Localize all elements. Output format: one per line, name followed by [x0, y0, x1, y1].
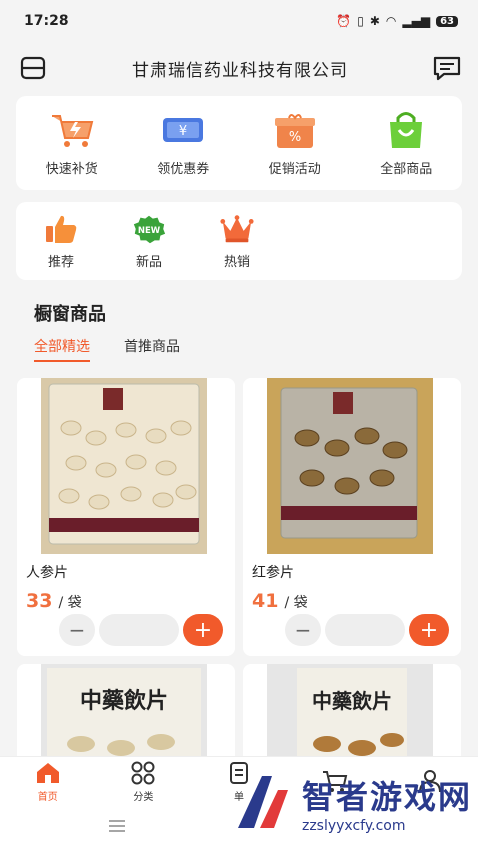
product-card[interactable]: 红参片 41 / 袋 − + [243, 378, 461, 656]
new-badge-icon: NEW [131, 213, 167, 245]
all-products-button[interactable]: 全部商品 [356, 110, 456, 177]
crown-icon [219, 213, 255, 245]
tab-all-selected[interactable]: 全部精选 [34, 336, 90, 362]
tag-new[interactable]: NEW 新品 [118, 213, 180, 270]
menu-icon[interactable] [108, 818, 126, 838]
watermark-title: 智者游戏网 [301, 778, 472, 816]
battery-indicator: 63 [436, 15, 458, 27]
tag-label: 新品 [135, 254, 162, 270]
product-card[interactable]: 人参片 33 / 袋 − + [17, 378, 235, 656]
package-text: 中藥飲片 [80, 688, 168, 714]
alarm-icon: ⏰ [336, 14, 352, 28]
tab-home[interactable]: 首页 [18, 760, 78, 803]
product-unit: / 袋 [284, 595, 308, 611]
product-image: 中藥飲片 [41, 664, 207, 764]
shopping-bag-icon [382, 110, 430, 150]
watermark: 智者游戏网 zzslyyxcfy.com [232, 770, 472, 836]
product-image [41, 378, 207, 554]
watermark-logo-icon [237, 776, 288, 828]
coupon-icon: ¥ [159, 110, 207, 150]
page-title: 甘肃瑞信药业科技有限公司 [132, 60, 348, 81]
section-title: 橱窗商品 [34, 304, 106, 325]
decrement-button[interactable]: − [59, 614, 95, 646]
product-image [267, 378, 433, 554]
tab-label: 首页 [37, 792, 58, 803]
product-card[interactable]: 中藥飲片 [17, 664, 235, 764]
gift-percent-icon: % [271, 110, 319, 150]
product-tabs: 全部精选 首推商品 [34, 336, 478, 362]
app-header: 甘肃瑞信药业科技有限公司 [0, 42, 478, 94]
quantity-stepper: − + [285, 614, 449, 646]
wifi-icon: ◠ [385, 14, 397, 28]
quick-restock-button[interactable]: 快速补货 [22, 110, 122, 177]
thumbs-up-icon [43, 213, 79, 245]
quick-label: 促销活动 [268, 161, 321, 177]
cart-bolt-icon [48, 110, 96, 150]
status-time: 17:28 [24, 13, 69, 29]
svg-text:¥: ¥ [179, 124, 187, 139]
tag-label: 推荐 [47, 254, 74, 270]
vibrate-icon: ▯ [357, 14, 364, 28]
svg-text:%: % [289, 130, 301, 145]
product-price: 33 [26, 590, 53, 612]
product-grid: 人参片 33 / 袋 − + 红参片 41 / 袋 − + 中藥飲片 中藥飲片 [17, 378, 478, 764]
home-icon [34, 760, 62, 786]
price-row: 41 / 袋 [252, 590, 308, 612]
quantity-field[interactable] [325, 614, 405, 646]
price-row: 33 / 袋 [26, 590, 82, 612]
increment-button[interactable]: + [409, 614, 449, 646]
product-name: 红参片 [252, 565, 294, 581]
coupon-button[interactable]: ¥ 领优惠券 [133, 110, 233, 177]
tag-hot[interactable]: 热销 [206, 213, 268, 270]
new-badge-text: NEW [138, 225, 161, 235]
product-price: 41 [252, 590, 279, 612]
decrement-button[interactable]: − [285, 614, 321, 646]
quick-label: 领优惠券 [157, 161, 210, 177]
quick-label: 全部商品 [380, 161, 433, 177]
message-icon[interactable] [432, 53, 462, 83]
increment-button[interactable]: + [183, 614, 223, 646]
quantity-stepper: − + [59, 614, 223, 646]
tab-category[interactable]: 分类 [113, 760, 173, 803]
promotion-button[interactable]: % 促销活动 [245, 110, 345, 177]
tag-label: 热销 [223, 254, 250, 270]
grid-icon [129, 760, 157, 786]
product-card[interactable]: 中藥飲片 [243, 664, 461, 764]
signal-icon: ▂▄▆ [402, 14, 431, 28]
status-bar: 17:28 ⏰ ▯ ✱ ◠ ▂▄▆ 63 [0, 0, 478, 42]
tab-featured[interactable]: 首推商品 [124, 336, 180, 362]
tag-recommend[interactable]: 推荐 [30, 213, 92, 270]
quantity-field[interactable] [99, 614, 179, 646]
status-icons: ⏰ ▯ ✱ ◠ ▂▄▆ 63 [336, 14, 458, 28]
tags-card: 推荐 NEW 新品 热销 [16, 202, 462, 280]
quick-label: 快速补货 [45, 161, 98, 177]
quick-actions-card: 快速补货 ¥ 领优惠券 % 促销活动 全部商品 [16, 96, 462, 190]
scan-icon[interactable] [18, 53, 48, 83]
product-name: 人参片 [26, 565, 68, 581]
product-image: 中藥飲片 [267, 664, 433, 764]
package-text: 中藥飲片 [312, 689, 392, 713]
watermark-url: zzslyyxcfy.com [301, 818, 406, 834]
product-unit: / 袋 [58, 595, 82, 611]
tab-label: 分类 [133, 792, 154, 803]
bluetooth-icon: ✱ [369, 14, 380, 28]
